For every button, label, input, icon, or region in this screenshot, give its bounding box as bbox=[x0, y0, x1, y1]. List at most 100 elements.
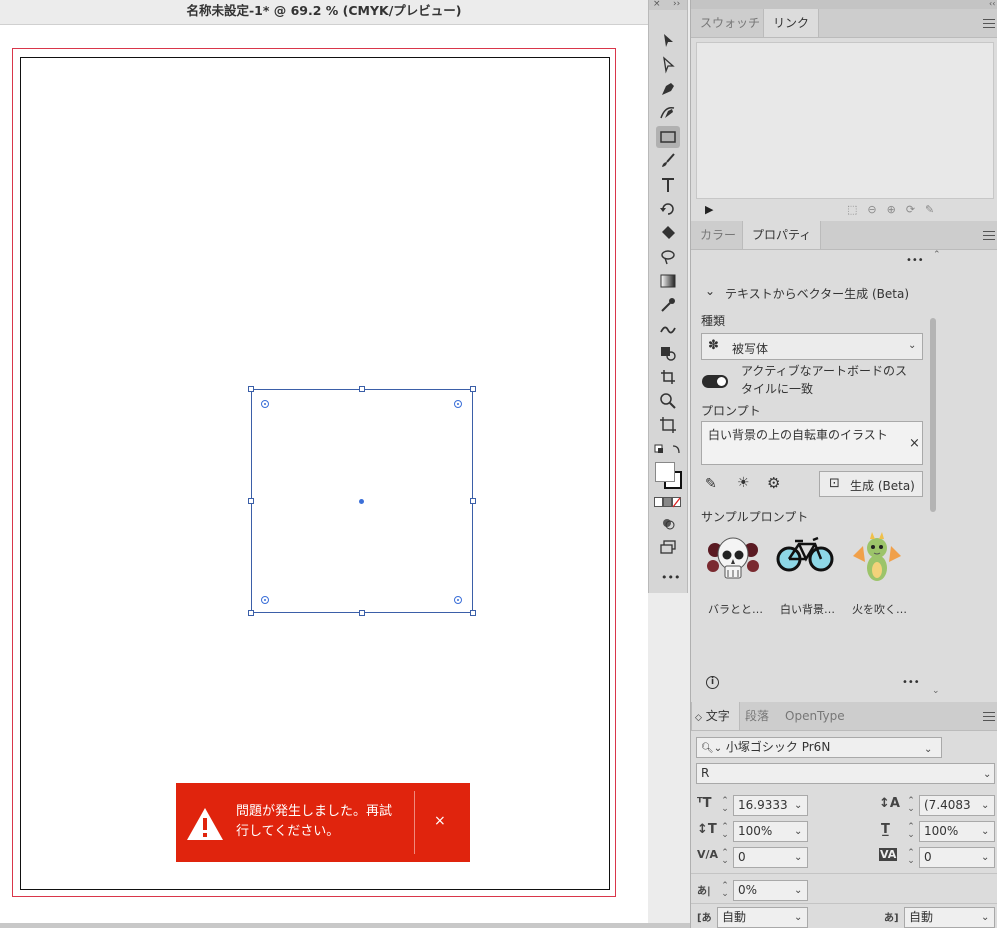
shape-builder-tool[interactable] bbox=[656, 342, 680, 364]
resize-handle-left[interactable] bbox=[248, 498, 254, 504]
kerning-stepper[interactable]: ⌃ ⌄ bbox=[720, 849, 730, 866]
lightbulb-icon[interactable]: ☀ bbox=[737, 475, 750, 491]
tracking-input[interactable]: 0 ⌄ bbox=[919, 847, 995, 868]
font-style-dropdown[interactable]: R ⌄ bbox=[696, 763, 995, 784]
tab-paragraph[interactable]: 段落 bbox=[736, 702, 778, 730]
resize-handle-right[interactable] bbox=[470, 498, 476, 504]
aki-left-dropdown[interactable]: 自動 ⌄ bbox=[717, 907, 808, 928]
artboard-tool[interactable] bbox=[656, 414, 680, 436]
chevron-down-icon[interactable]: ⌄ bbox=[924, 741, 932, 755]
selection-tool[interactable] bbox=[656, 30, 680, 52]
panel-menu-icon[interactable] bbox=[983, 231, 995, 241]
chevron-down-icon[interactable]: ⌄ bbox=[705, 284, 715, 298]
resize-handle-top[interactable] bbox=[359, 386, 365, 392]
toast-close-button[interactable]: × bbox=[434, 813, 446, 829]
resize-handle-bottom-right[interactable] bbox=[470, 610, 476, 616]
toolbar-collapse-button[interactable]: ›› bbox=[673, 0, 680, 9]
sample-bicycle[interactable] bbox=[773, 528, 837, 588]
links-list[interactable] bbox=[696, 42, 994, 199]
tab-character[interactable]: ◇ 文字 bbox=[691, 702, 740, 730]
vertical-scale-value: 100% bbox=[738, 824, 773, 838]
type-icon bbox=[662, 178, 674, 192]
lasso-tool[interactable] bbox=[656, 246, 680, 268]
horizontal-scale-input[interactable]: 100% ⌄ bbox=[919, 821, 995, 842]
info-icon[interactable]: i bbox=[706, 676, 719, 689]
scroll-up-icon[interactable]: ⌃ bbox=[933, 250, 941, 260]
tab-opentype[interactable]: OpenType bbox=[776, 702, 854, 730]
font-size-stepper[interactable]: ⌃ ⌄ bbox=[720, 797, 730, 814]
tab-links[interactable]: リンク bbox=[763, 9, 820, 37]
match-style-toggle[interactable] bbox=[702, 375, 728, 388]
zoom-tool[interactable] bbox=[656, 390, 680, 412]
font-family-input[interactable]: 🔍︎⌄ 小塚ゴシック Pr6N bbox=[696, 737, 942, 758]
divider bbox=[691, 903, 997, 904]
resize-handle-top-right[interactable] bbox=[470, 386, 476, 392]
chevron-down-icon: ⌄ bbox=[794, 912, 803, 923]
tracking-stepper[interactable]: ⌃ ⌄ bbox=[906, 849, 916, 866]
blend-tool[interactable] bbox=[656, 318, 680, 340]
tab-swatches[interactable]: スウォッチ bbox=[691, 9, 769, 37]
horizontal-scrollbar[interactable] bbox=[0, 923, 690, 928]
generate-button[interactable]: ⊡ 生成 (Beta) bbox=[819, 471, 923, 497]
section-title[interactable]: テキストからベクター生成 (Beta) bbox=[725, 285, 909, 302]
properties-more-button[interactable]: ••• bbox=[906, 255, 924, 266]
direct-selection-tool[interactable] bbox=[656, 54, 680, 76]
default-colors-swap[interactable] bbox=[654, 443, 682, 457]
resize-handle-top-left[interactable] bbox=[248, 386, 254, 392]
pen-tool[interactable] bbox=[656, 78, 680, 100]
type-dropdown[interactable]: ✽ 被写体 ⌄ bbox=[701, 333, 923, 360]
blend-icon bbox=[660, 326, 676, 334]
play-icon[interactable]: ▶ bbox=[705, 203, 713, 216]
scroll-down-icon[interactable]: ⌄ bbox=[932, 686, 940, 696]
tsume-input[interactable]: 0% ⌄ bbox=[733, 880, 808, 901]
gradient-tool[interactable] bbox=[656, 270, 680, 292]
screen-mode[interactable] bbox=[656, 536, 680, 558]
color-mode-buttons[interactable] bbox=[654, 497, 682, 508]
vertical-scale-stepper[interactable]: ⌃ ⌄ bbox=[720, 823, 730, 840]
leading-stepper[interactable]: ⌃ ⌄ bbox=[906, 797, 916, 814]
aki-right-dropdown[interactable]: 自動 ⌄ bbox=[904, 907, 995, 928]
rotate-tool[interactable] bbox=[656, 198, 680, 220]
fill-stroke-swatch[interactable] bbox=[654, 461, 684, 491]
corner-radius-widget[interactable] bbox=[454, 400, 462, 408]
footer-more-button[interactable]: ••• bbox=[902, 677, 920, 688]
eraser-icon bbox=[662, 226, 675, 239]
kerning-input[interactable]: 0 ⌄ bbox=[733, 847, 808, 868]
tsume-stepper[interactable]: ⌃ ⌄ bbox=[720, 882, 730, 899]
vertical-scale-input[interactable]: 100% ⌄ bbox=[733, 821, 808, 842]
panel-menu-icon[interactable] bbox=[983, 19, 995, 29]
corner-radius-widget[interactable] bbox=[261, 400, 269, 408]
panel-menu-icon[interactable] bbox=[983, 712, 995, 722]
font-size-input[interactable]: 16.9333 ⌄ bbox=[733, 795, 808, 816]
corner-radius-widget[interactable] bbox=[454, 596, 462, 604]
horizontal-scale-stepper[interactable]: ⌃ ⌄ bbox=[906, 823, 916, 840]
tracking-icon: VA bbox=[879, 848, 898, 861]
sample-skull-roses[interactable] bbox=[701, 528, 765, 588]
crop-tool[interactable] bbox=[656, 366, 680, 388]
links-action-icons[interactable]: ⬚⊖⊕⟳✎ bbox=[847, 203, 944, 216]
resize-handle-bottom[interactable] bbox=[359, 610, 365, 616]
tab-properties[interactable]: プロパティ bbox=[742, 221, 822, 249]
curvature-tool[interactable] bbox=[656, 102, 680, 124]
drawing-modes[interactable] bbox=[656, 512, 680, 534]
reference-icon[interactable]: ✎ bbox=[705, 476, 717, 492]
prompt-input[interactable]: 白い背景の上の自転車のイラスト × bbox=[701, 421, 923, 465]
edit-toolbar-more[interactable]: ••• bbox=[661, 571, 680, 584]
clear-prompt-button[interactable]: × bbox=[909, 436, 920, 451]
toolbar-close-button[interactable]: × bbox=[653, 0, 661, 9]
rectangle-tool[interactable] bbox=[656, 126, 680, 148]
leading-input[interactable]: (7.4083 ⌄ bbox=[919, 795, 995, 816]
resize-handle-bottom-left[interactable] bbox=[248, 610, 254, 616]
toggle-knob bbox=[717, 377, 726, 386]
fill-swatch[interactable] bbox=[655, 462, 675, 482]
sample-dragon[interactable] bbox=[845, 528, 909, 588]
eraser-tool[interactable] bbox=[656, 222, 680, 244]
tab-color[interactable]: カラー bbox=[691, 221, 745, 249]
paintbrush-tool[interactable] bbox=[656, 150, 680, 172]
properties-scrollbar[interactable] bbox=[930, 318, 936, 512]
kerning-icon: V/A bbox=[697, 848, 719, 861]
gear-icon[interactable]: ⚙ bbox=[767, 474, 780, 492]
corner-radius-widget[interactable] bbox=[261, 596, 269, 604]
eyedropper-tool[interactable] bbox=[656, 294, 680, 316]
type-tool[interactable] bbox=[656, 174, 680, 196]
